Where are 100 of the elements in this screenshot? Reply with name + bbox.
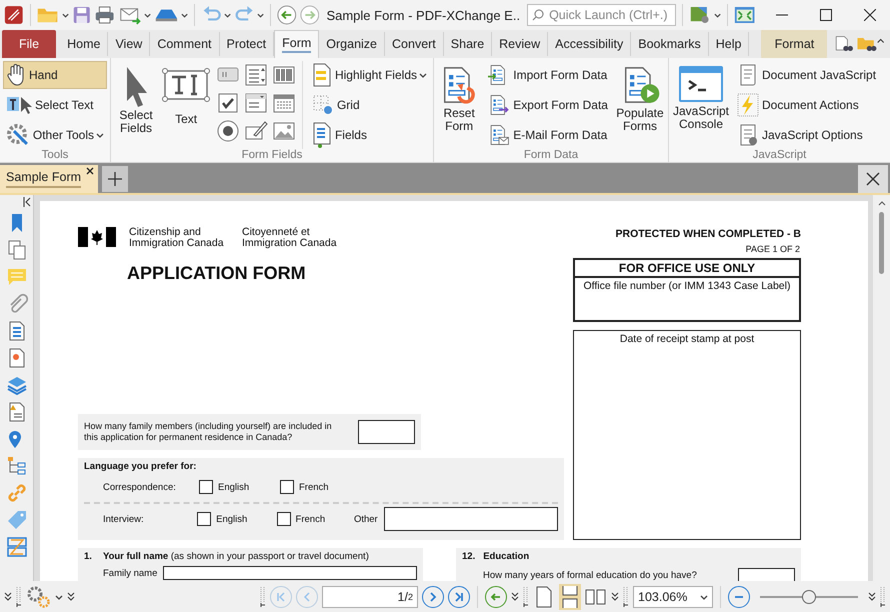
collapse-ribbon-icon[interactable] [876, 38, 884, 44]
form-data-button[interactable]: Export Form Data [485, 91, 611, 119]
stacked-pages-icon[interactable] [6, 536, 28, 558]
text-field-button[interactable]: Text [162, 61, 210, 149]
grip-icon[interactable] [260, 586, 266, 608]
grip-icon[interactable] [523, 586, 529, 608]
javascript-button[interactable]: JavaScript Options [734, 121, 880, 149]
chevron-icon[interactable] [868, 592, 876, 602]
ribbon-tab[interactable]: Convert [385, 32, 444, 56]
answer-field[interactable] [358, 420, 415, 444]
ribbon-tab[interactable]: Accessibility [548, 32, 632, 56]
layers-icon[interactable] [6, 374, 28, 396]
ribbon-tab[interactable]: Help [708, 32, 750, 56]
chevron-icon[interactable] [67, 592, 75, 602]
app-logo-icon[interactable] [4, 4, 24, 26]
javascript-button[interactable]: Document JavaScript [734, 61, 880, 89]
quick-launch-field[interactable]: Quick Launch (Ctrl+.) [527, 4, 676, 26]
tool-button[interactable]: Select Text [3, 91, 107, 119]
checkbox[interactable] [276, 512, 291, 526]
maximize-icon[interactable] [820, 9, 832, 21]
checkbox[interactable] [280, 480, 294, 494]
grip-icon[interactable] [623, 586, 629, 608]
highlighted-form-icon [312, 63, 332, 87]
caret-icon[interactable] [714, 12, 722, 18]
email-form-icon [488, 123, 510, 147]
pages-icon[interactable] [6, 239, 28, 261]
javascript-console-button[interactable]: JavaScript Console [672, 61, 730, 149]
close-icon[interactable] [864, 9, 876, 21]
ribbon-tab[interactable]: Review [492, 32, 548, 56]
populate-forms-button[interactable]: Populate Forms [614, 61, 665, 149]
fields-button[interactable]: Fields [308, 121, 430, 149]
ribbon-tab[interactable]: Home [60, 32, 108, 56]
gear-icon[interactable] [26, 585, 52, 609]
grip-icon[interactable] [880, 586, 886, 608]
ribbon-tab[interactable]: View [108, 32, 150, 56]
select-fields-button[interactable]: Select Fields [114, 61, 158, 149]
back-icon[interactable] [277, 4, 297, 26]
ribbon-tab[interactable]: Bookmarks [631, 32, 709, 56]
close-document-button[interactable] [858, 165, 888, 193]
chevron-icon[interactable] [511, 592, 519, 602]
other-field[interactable] [384, 507, 558, 531]
ribbon-tab[interactable]: Share [444, 32, 492, 56]
checkbox-icon[interactable] [216, 91, 240, 115]
grip-icon[interactable] [16, 586, 22, 608]
slider-thumb[interactable] [802, 590, 816, 604]
ribbon-tab[interactable]: File [2, 30, 56, 58]
chevron-icon[interactable] [4, 592, 12, 602]
radio-button-icon[interactable] [216, 119, 240, 143]
tool-button[interactable]: Hand [3, 61, 107, 89]
grid-button[interactable]: Grid [308, 91, 430, 119]
caret-icon[interactable] [224, 12, 232, 18]
fullscreen-icon[interactable] [734, 4, 756, 26]
caret-icon[interactable] [180, 12, 188, 18]
close-icon [866, 172, 880, 186]
list-box-icon[interactable] [244, 63, 268, 87]
javascript-button[interactable]: Document Actions [734, 91, 880, 119]
caret-icon[interactable] [62, 12, 69, 18]
tree-icon[interactable] [6, 455, 28, 477]
zoom-dropdown[interactable]: 103.06% [633, 586, 713, 608]
chevron-icon[interactable] [611, 592, 619, 602]
continuous-page-button[interactable] [559, 584, 581, 610]
document-tab[interactable]: Sample Form [0, 165, 98, 193]
last-page-button[interactable] [448, 586, 470, 608]
close-icon[interactable] [86, 167, 94, 175]
caret-icon[interactable] [55, 594, 63, 600]
tool-button[interactable]: Other Tools [3, 121, 107, 149]
export-icon [488, 93, 510, 117]
reset-form-button[interactable]: Reset Form [437, 61, 482, 149]
next-page-button[interactable] [422, 586, 444, 608]
group-label: Tools [40, 149, 70, 162]
group-label: JavaScript [752, 149, 808, 162]
checkbox[interactable] [199, 480, 213, 494]
section-number: 12. [462, 551, 476, 562]
caret-icon[interactable] [257, 12, 264, 18]
form-list-icon [312, 122, 332, 148]
collapse-panel-icon[interactable] [23, 197, 31, 207]
scroll-up-icon[interactable] [878, 201, 886, 206]
combo-box-icon[interactable] [244, 91, 268, 115]
form-data-button[interactable]: Import Form Data [485, 61, 611, 89]
caret-icon[interactable] [419, 72, 427, 78]
answer-field[interactable] [738, 568, 795, 581]
ribbon-tab[interactable]: Organize [319, 32, 386, 56]
minimize-icon[interactable] [776, 14, 788, 16]
checkbox[interactable] [197, 512, 212, 526]
group-label: Form Fields [240, 149, 304, 162]
highlight-fields-button[interactable]: Highlight Fields [308, 61, 430, 89]
ribbon-tab[interactable]: Format [761, 30, 828, 58]
ribbon-tab[interactable]: Comment [150, 32, 220, 56]
caret-icon[interactable] [144, 12, 151, 18]
window-title: Sample Form - PDF-XChange E.. [326, 8, 520, 22]
name-field[interactable] [163, 566, 417, 580]
ribbon-tab[interactable]: Form [274, 30, 320, 58]
print-icon[interactable] [94, 4, 116, 26]
zoom-out-button[interactable] [728, 586, 750, 608]
caret-icon[interactable] [96, 132, 104, 138]
new-tab-button[interactable] [102, 166, 128, 192]
box-heading: FOR OFFICE USE ONLY [575, 260, 799, 278]
scrollbar-thumb[interactable] [879, 212, 884, 274]
caret-icon[interactable] [700, 594, 708, 600]
form-data-button[interactable]: E-Mail Form Data [485, 121, 611, 149]
